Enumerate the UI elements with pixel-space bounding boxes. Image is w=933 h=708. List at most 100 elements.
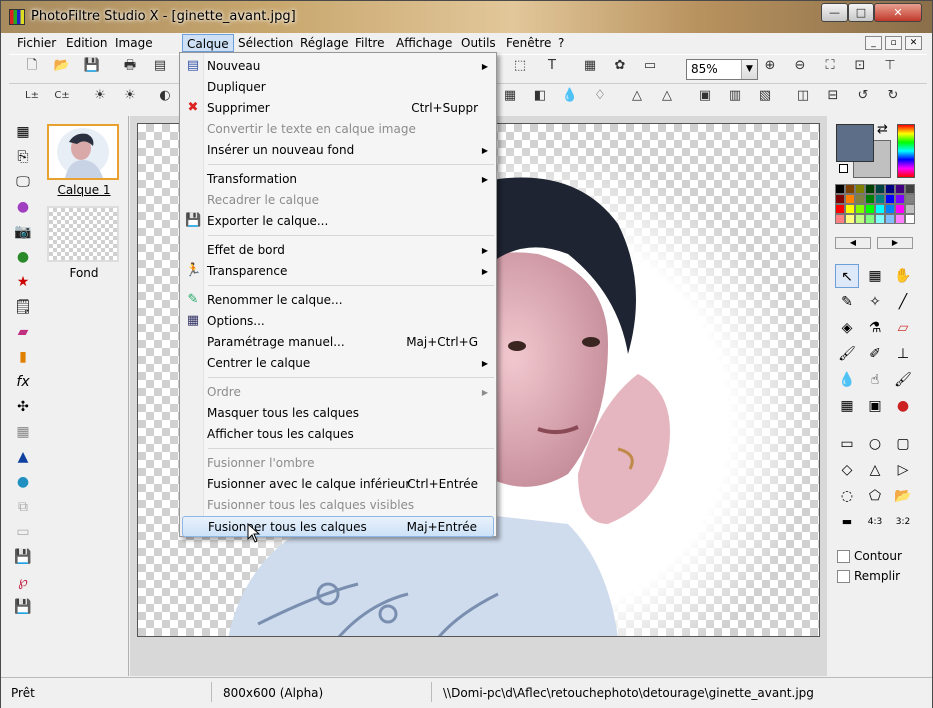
eyedropper-icon[interactable]: ✎ [835, 290, 859, 314]
save-2000-icon[interactable]: 💾 [12, 546, 34, 568]
menu-item-renommer-le-calque[interactable]: ✎ Renommer le calque... [182, 290, 494, 311]
sharpen-drop-icon[interactable]: ♢ [589, 85, 611, 107]
flip-vertical-icon[interactable]: ⊟ [822, 85, 844, 107]
menu-image[interactable]: Image [111, 34, 157, 52]
triangle-icon[interactable]: △ [626, 85, 648, 107]
ratio-3-2-icon[interactable]: 3:2 [891, 510, 915, 534]
sphere-icon[interactable]: ● [12, 471, 34, 493]
chevron-down-icon[interactable]: ▼ [741, 60, 757, 79]
rectangle-shape-icon[interactable]: ▭ [835, 432, 859, 456]
triangle-shape-icon[interactable]: △ [863, 458, 887, 482]
layer-label-calque-1[interactable]: Calque 1 [41, 183, 127, 197]
advanced-brush-icon[interactable]: ✐ [863, 342, 887, 366]
fullscreen-icon[interactable]: ⊤ [879, 55, 901, 77]
menu-item-options[interactable]: ▦ Options... [182, 311, 494, 332]
menu-fenetre[interactable]: Fenêtre [502, 34, 555, 52]
palette-swatch[interactable] [835, 184, 845, 194]
note-icon[interactable]: 🗒 [12, 296, 34, 318]
save-icon[interactable]: 💾 [81, 55, 103, 77]
function-icon[interactable]: fx [12, 371, 34, 393]
spray-icon[interactable]: ⚗ [863, 316, 887, 340]
mdi-restore-button[interactable]: ▫ [885, 36, 902, 50]
levels-icon[interactable]: ◧ [529, 85, 551, 107]
mdi-minimize-button[interactable]: _ [865, 36, 882, 50]
menu-item-dupliquer[interactable]: Dupliquer [182, 77, 494, 98]
eraser-icon[interactable]: ▱ [891, 316, 915, 340]
palette-swatch[interactable] [885, 204, 895, 214]
deform-grid-icon[interactable]: ▦ [835, 394, 859, 418]
auto-levels-icon[interactable]: L± [21, 85, 43, 107]
palette-swatch[interactable] [835, 194, 845, 204]
swap-colors-icon[interactable]: ⇄ [877, 122, 888, 137]
remplir-checkbox[interactable] [837, 570, 850, 583]
contour-checkbox[interactable] [837, 550, 850, 563]
palette-swatch[interactable] [835, 214, 845, 224]
palette-swatch[interactable] [885, 194, 895, 204]
palette-swatch[interactable] [855, 204, 865, 214]
layer-thumbnail-fond[interactable] [47, 206, 119, 262]
menu-reglage[interactable]: Réglage [296, 34, 353, 52]
line-tool-icon[interactable]: ╱ [891, 290, 915, 314]
contrast-icon[interactable]: ◐ [154, 85, 176, 107]
menu-help[interactable]: ? [554, 34, 568, 52]
copy-icon[interactable]: ⎘ [12, 146, 34, 168]
orb-icon[interactable]: ● [12, 196, 34, 218]
grid-icon[interactable]: ▦ [499, 85, 521, 107]
clone-brush-icon[interactable]: 🖌 [891, 368, 915, 392]
palette-swatch[interactable] [905, 204, 915, 214]
palette-swatch[interactable] [865, 194, 875, 204]
window-icon[interactable]: ▭ [639, 55, 661, 77]
menu-item-transparence[interactable]: 🏃 Transparence ▶ [182, 261, 494, 282]
palette-next-icon[interactable]: ▶ [877, 237, 913, 249]
menu-item-ordre[interactable]: Ordre ▶ [182, 382, 494, 403]
script-icon[interactable]: ℘ [12, 571, 34, 593]
foreground-color-swatch[interactable] [836, 124, 874, 162]
palette-swatch[interactable] [855, 214, 865, 224]
zoom-out-icon[interactable]: ⊖ [789, 55, 811, 77]
auto-contrast-icon[interactable]: C± [51, 85, 73, 107]
zoom-in-icon[interactable]: ⊕ [759, 55, 781, 77]
menu-item-parametrage-manuel[interactable]: Paramétrage manuel... Maj+Ctrl+G [182, 332, 494, 353]
star-icon[interactable]: ★ [12, 271, 34, 293]
camera-icon[interactable]: 📷 [12, 221, 34, 243]
minimize-button[interactable]: — [821, 3, 848, 22]
palette-swatch[interactable] [865, 204, 875, 214]
gradient-icon[interactable]: ▥ [724, 85, 746, 107]
palette-swatch[interactable] [895, 204, 905, 214]
palette-swatch[interactable] [905, 194, 915, 204]
scan-icon[interactable]: ▤ [149, 55, 171, 77]
flip-icon[interactable]: ◫ [792, 85, 814, 107]
layer-label-fond[interactable]: Fond [41, 266, 127, 280]
calculator-icon[interactable]: ▦ [12, 121, 34, 143]
monitor-icon[interactable]: 🖵 [12, 171, 34, 193]
pattern-icon[interactable]: ✣ [12, 396, 34, 418]
palette-swatch[interactable] [875, 204, 885, 214]
menu-item-nouveau[interactable]: ▤ Nouveau ▶ [182, 56, 494, 77]
mosaic-icon[interactable]: ▦ [12, 421, 34, 443]
menu-item-convertir-le-texte-en-calque-image[interactable]: Convertir le texte en calque image [182, 119, 494, 140]
histogram-icon[interactable]: ▲ [12, 446, 34, 468]
menu-edition[interactable]: Edition [62, 34, 112, 52]
zoom-select[interactable]: 85% ▼ [686, 59, 758, 80]
rotate-right-icon[interactable]: ↻ [882, 85, 904, 107]
plugin-icon[interactable]: ✿ [609, 55, 631, 77]
triangle-outline-icon[interactable]: △ [656, 85, 678, 107]
palette-swatch[interactable] [855, 184, 865, 194]
menu-item-centrer-le-calque[interactable]: Centrer le calque ▶ [182, 353, 494, 374]
menu-item-afficher-tous-les-calques[interactable]: Afficher tous les calques [182, 424, 494, 445]
menu-selection[interactable]: Sélection [234, 34, 297, 52]
menu-item-fusionner-tous-les-calques-visibles[interactable]: Fusionner tous les calques visibles [182, 495, 494, 516]
pointer-tool-icon[interactable]: ↖ [835, 264, 859, 288]
palette-swatch[interactable] [845, 194, 855, 204]
palette-swatch[interactable] [865, 214, 875, 224]
film-icon[interactable]: ▭ [12, 521, 34, 543]
magic-wand-icon[interactable]: ✧ [863, 290, 887, 314]
lasso-icon[interactable]: ◌ [835, 484, 859, 508]
hue-bar[interactable] [897, 124, 915, 178]
palette-swatch[interactable] [875, 194, 885, 204]
ellipse-shape-icon[interactable]: ○ [863, 432, 887, 456]
brush-icon[interactable]: 🖌 [835, 342, 859, 366]
ratio-4-3-icon[interactable]: 4:3 [863, 510, 887, 534]
brightness-minus-icon[interactable]: ☀ [89, 85, 111, 107]
palette-swatch[interactable] [895, 194, 905, 204]
